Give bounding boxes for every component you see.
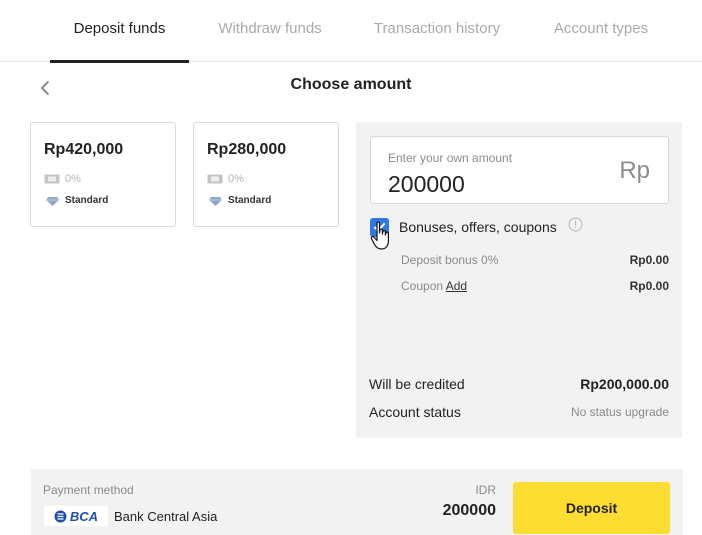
payment-method-label: Payment method: [43, 483, 134, 497]
diamond-icon: [46, 196, 59, 206]
bank-logo: BCA: [44, 506, 108, 526]
deposit-button[interactable]: Deposit: [513, 482, 670, 534]
coupon-row: Coupon Add: [401, 279, 467, 293]
account-type-label: Standard: [228, 195, 272, 206]
custom-amount-input[interactable]: Enter your own amount 200000 Rp: [370, 136, 669, 204]
bonus-percentage: 0%: [65, 173, 81, 185]
account-type-row: Standard: [209, 195, 271, 206]
currency-symbol: Rp: [619, 157, 650, 184]
ticket-icon: [44, 174, 60, 184]
amount-option-value: Rp420,000: [44, 141, 124, 158]
custom-amount-value[interactable]: 200000: [388, 171, 465, 198]
account-status-value: No status upgrade: [570, 405, 669, 419]
amount-option-value: Rp280,000: [207, 141, 287, 158]
bonus-percentage-row: 0%: [44, 173, 81, 185]
payment-footer: Payment method BCA Bank Central Asia IDR…: [31, 469, 683, 535]
bca-logo-icon: [54, 510, 67, 522]
credited-label: Will be credited: [369, 376, 465, 392]
tab-account-types[interactable]: Account types: [541, 0, 661, 62]
credited-value: Rp200,000.00: [580, 376, 669, 392]
amount-option-card[interactable]: Rp280,000 0% Standard: [193, 122, 339, 227]
deposit-amount-value: 200000: [442, 502, 496, 519]
hand-cursor-icon: [370, 221, 389, 250]
info-icon[interactable]: [568, 217, 583, 232]
account-type-label: Standard: [65, 195, 109, 206]
account-status-label: Account status: [369, 404, 461, 420]
tab-withdraw-funds[interactable]: Withdraw funds: [208, 0, 332, 62]
currency-code-label: IDR: [475, 483, 496, 497]
bank-name: Bank Central Asia: [114, 509, 218, 524]
amount-option-card[interactable]: Rp420,000 0% Standard: [30, 122, 176, 227]
tab-deposit-funds[interactable]: Deposit funds: [50, 0, 189, 63]
coupon-value: Rp0.00: [629, 279, 669, 293]
amount-details-panel: Enter your own amount 200000 Rp Bonuses,…: [356, 122, 682, 438]
coupon-label: Coupon: [401, 279, 444, 293]
deposit-bonus-label: Deposit bonus 0%: [401, 253, 499, 267]
top-tabs: Deposit funds Withdraw funds Transaction…: [0, 0, 702, 63]
ticket-icon: [207, 174, 223, 184]
bank-logo-text: BCA: [69, 508, 99, 524]
bonus-percentage: 0%: [228, 173, 244, 185]
add-coupon-link[interactable]: Add: [446, 279, 467, 293]
account-type-row: Standard: [46, 195, 108, 206]
page-title: Choose amount: [290, 76, 412, 93]
bonus-percentage-row: 0%: [207, 173, 244, 185]
deposit-bonus-value: Rp0.00: [629, 253, 669, 267]
tab-transaction-history[interactable]: Transaction history: [361, 0, 513, 62]
custom-amount-placeholder: Enter your own amount: [388, 151, 513, 165]
bonuses-label: Bonuses, offers, coupons: [399, 219, 557, 235]
diamond-icon: [209, 196, 222, 206]
